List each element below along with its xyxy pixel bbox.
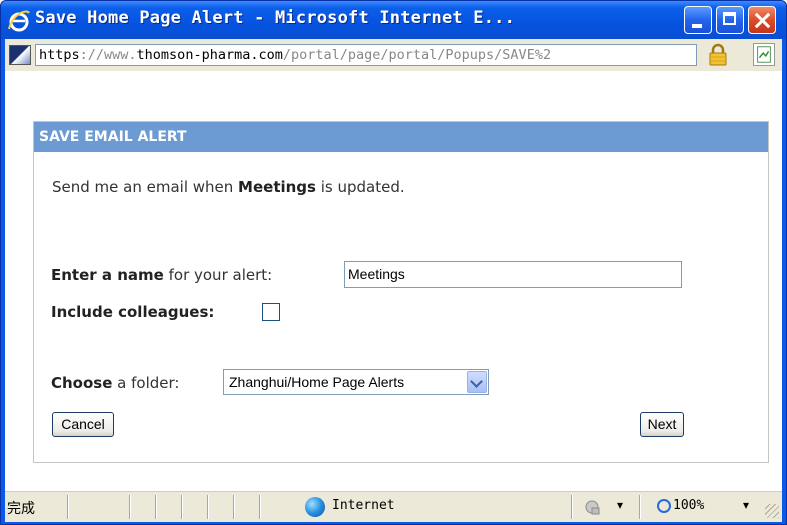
panel-header: SAVE EMAIL ALERT [34,122,768,152]
folder-select[interactable]: Zhanghui/Home Page Alerts [223,369,489,395]
status-separator [67,495,69,519]
security-zone: Internet [332,498,395,513]
name-label-rest: for your alert: [163,266,273,284]
maximize-button[interactable] [716,6,744,34]
colleagues-label: Include colleagues: [51,303,214,321]
window-title: Save Home Page Alert - Microsoft Interne… [35,8,516,28]
alert-name-input[interactable]: Meetings [344,261,682,288]
minimize-button[interactable] [684,6,712,34]
resize-grip-icon[interactable] [765,504,779,518]
chevron-down-icon[interactable] [467,371,487,393]
address-bar: https://www.thomson-pharma.com/portal/pa… [5,39,782,71]
status-separator [233,495,235,519]
chevron-down-icon[interactable]: ▾ [617,498,623,512]
next-button[interactable]: Next [640,412,684,437]
page-report-icon[interactable] [753,43,775,66]
intro-prefix: Send me an email when [52,178,239,196]
name-label: Enter a name for your alert: [51,266,272,284]
folder-label-rest: a folder: [112,374,180,392]
zoom-level[interactable]: 100% [673,498,704,513]
include-colleagues-checkbox[interactable] [262,303,280,321]
globe-icon [305,497,325,517]
page-content: SAVE EMAIL ALERT Send me an email when M… [5,71,782,491]
name-label-bold: Enter a name [51,266,164,284]
folder-select-value: Zhanghui/Home Page Alerts [229,374,405,390]
status-separator [181,495,183,519]
intro-text: Send me an email when Meetings is update… [52,178,405,196]
intro-item: Meetings [238,178,316,196]
intro-suffix: is updated. [315,178,405,196]
status-bar: 完成 Internet ▾ 100% ▾ [5,491,782,522]
status-separator [207,495,209,519]
lock-icon[interactable] [706,43,730,67]
status-text: 完成 [7,501,35,517]
url-field[interactable]: https://www.thomson-pharma.com/portal/pa… [35,44,697,66]
close-button[interactable] [748,6,776,34]
save-alert-panel: SAVE EMAIL ALERT Send me an email when M… [33,121,769,463]
site-favicon-icon [9,45,31,65]
zoom-icon[interactable] [657,499,671,513]
cancel-button[interactable]: Cancel [52,412,114,437]
status-separator [259,495,261,519]
folder-label-bold: Choose [51,374,113,392]
chevron-down-icon[interactable]: ▾ [743,498,749,512]
url-path: /portal/page/portal/Popups/SAVE%2 [282,47,552,63]
browser-window: Save Home Page Alert - Microsoft Interne… [0,0,787,525]
status-separator [129,495,131,519]
status-separator [639,495,641,519]
colleagues-label-text: Include colleagues: [51,303,215,321]
ie-logo-icon [8,10,30,32]
protected-mode-icon[interactable] [583,497,611,517]
title-bar[interactable]: Save Home Page Alert - Microsoft Interne… [1,1,786,39]
status-separator [155,495,157,519]
folder-label: Choose a folder: [51,374,179,392]
status-separator [571,495,573,519]
url-separator: ://www. [79,47,137,63]
url-scheme: https [39,47,80,63]
url-host: thomson-pharma.com [136,47,283,63]
